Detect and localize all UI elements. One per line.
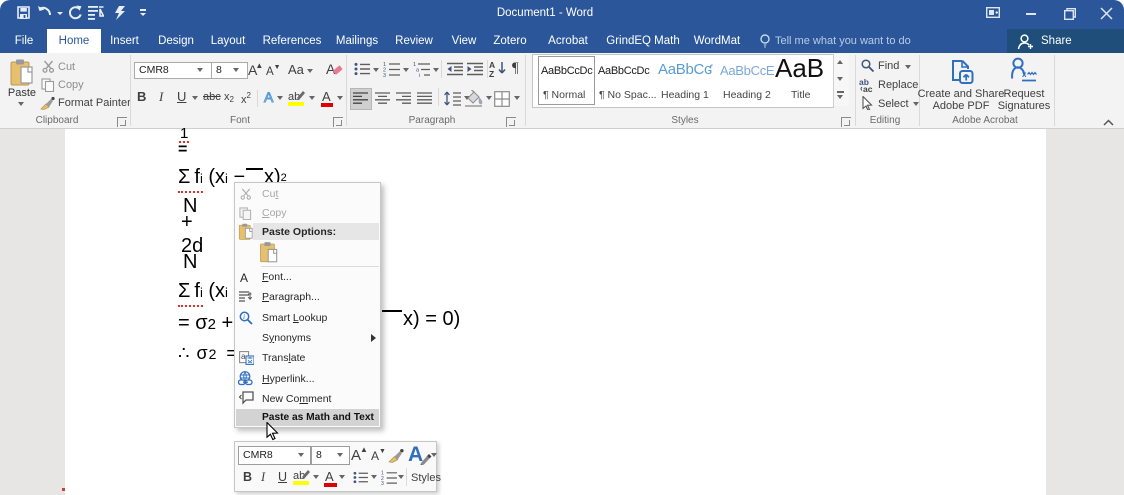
svg-text:x: x (1022, 70, 1027, 79)
svg-text:Z: Z (489, 69, 494, 78)
svg-text:3: 3 (381, 481, 384, 485)
svg-text:3: 3 (383, 73, 386, 77)
svg-text:ac: ac (863, 84, 873, 92)
svg-text:i: i (419, 73, 420, 77)
svg-text:A: A (326, 61, 336, 77)
